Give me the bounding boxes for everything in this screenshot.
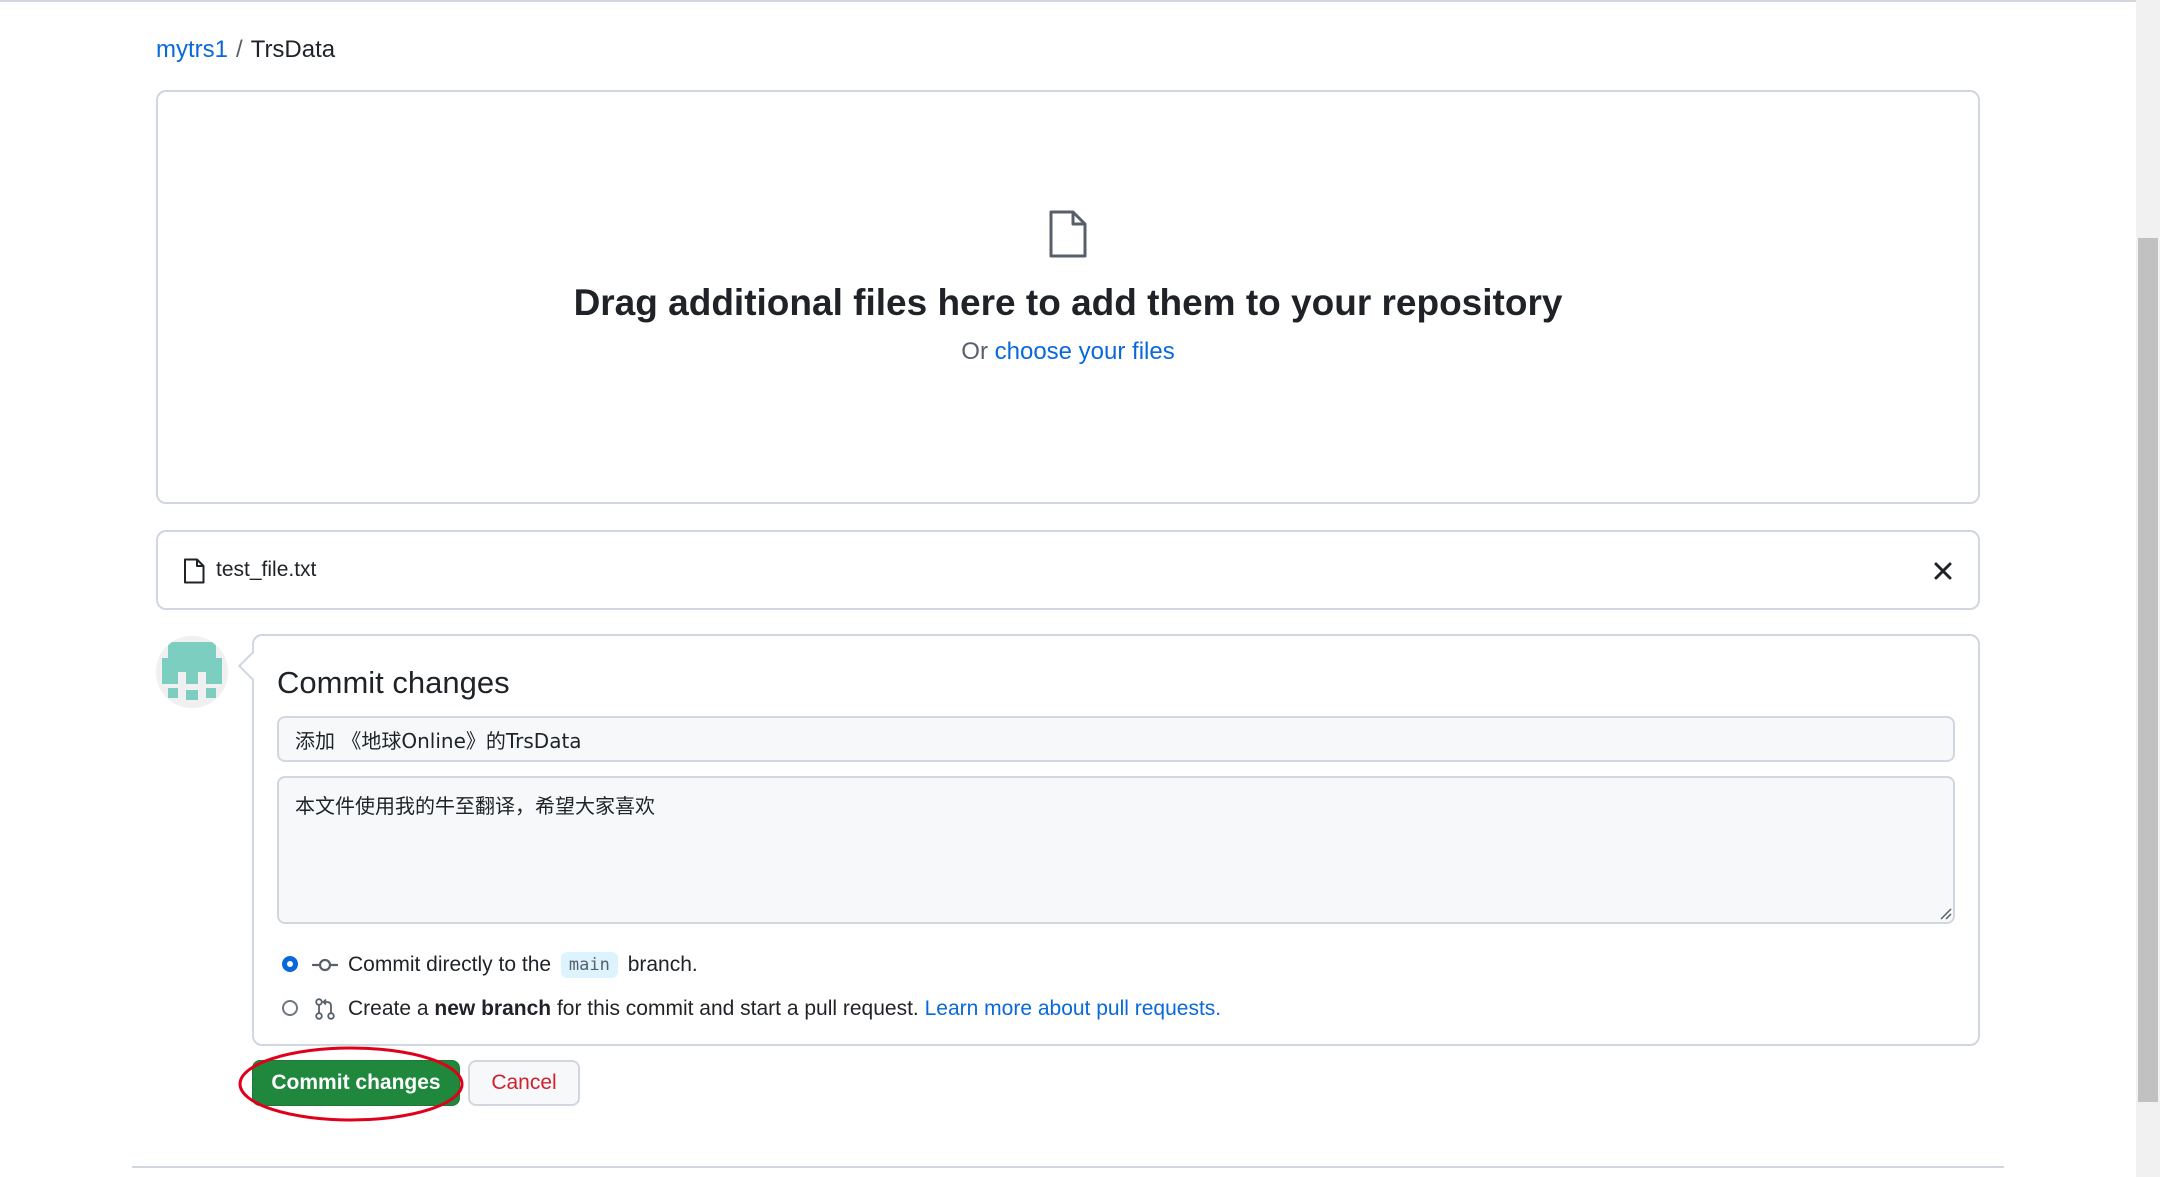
commit-description-input[interactable]: 本文件使用我的牛至翻译，希望大家喜欢 xyxy=(277,776,1955,924)
close-icon[interactable] xyxy=(1928,556,1958,586)
dropzone-subtitle: Or choose your files xyxy=(0,336,2136,368)
dropzone-title: Drag additional files here to add them t… xyxy=(573,282,1563,323)
commit-changes-button[interactable]: Commit changes xyxy=(252,1060,460,1106)
file-icon xyxy=(1049,210,1087,258)
avatar[interactable] xyxy=(156,636,228,708)
bottom-divider xyxy=(132,1166,2004,1168)
breadcrumb: mytrs1 / TrsData xyxy=(156,34,335,66)
cancel-button[interactable]: Cancel xyxy=(468,1060,580,1106)
branch-name-chip: main xyxy=(560,952,618,978)
breadcrumb-owner-link[interactable]: mytrs1 xyxy=(156,36,228,63)
breadcrumb-repo[interactable]: TrsData xyxy=(251,36,335,63)
new-branch-middle: for this commit and start a pull request… xyxy=(556,997,919,1020)
new-branch-label: Create a new branch for this commit and … xyxy=(348,994,1221,1024)
commit-direct-prefix: Commit directly to the xyxy=(348,953,552,976)
top-border xyxy=(0,0,2160,2)
scrollbar-thumb[interactable] xyxy=(2138,238,2158,1102)
commit-summary-input[interactable] xyxy=(277,716,1955,762)
new-branch-radio[interactable] xyxy=(282,1000,298,1016)
new-branch-bold: new branch xyxy=(434,997,552,1020)
breadcrumb-separator: / xyxy=(236,36,243,63)
uploaded-file-name: test_file.txt xyxy=(216,558,317,581)
commit-title: Commit changes xyxy=(277,665,510,700)
commit-direct-label: Commit directly to the main branch. xyxy=(348,950,698,980)
git-pull-request-icon xyxy=(315,998,335,1020)
resize-handle-icon[interactable] xyxy=(1938,906,1952,920)
commit-direct-radio[interactable] xyxy=(282,956,298,972)
new-branch-prefix: Create a xyxy=(348,997,429,1020)
file-icon xyxy=(184,558,205,584)
commit-direct-suffix: branch. xyxy=(627,953,698,976)
git-commit-icon xyxy=(312,958,338,972)
choose-files-link[interactable]: choose your files xyxy=(995,338,1175,365)
learn-more-pull-requests-link[interactable]: Learn more about pull requests. xyxy=(925,997,1222,1020)
uploaded-file-row xyxy=(156,530,1980,610)
dropzone-or-text: Or xyxy=(961,338,988,365)
